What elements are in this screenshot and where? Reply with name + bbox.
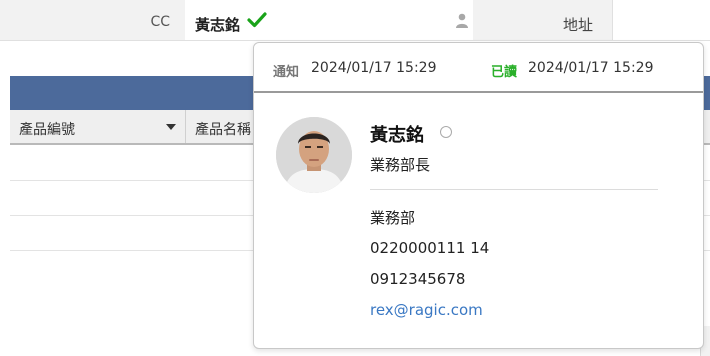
user-email-link[interactable]: rex@ragic.com (370, 301, 483, 319)
cc-row: CC 黃志銘 地址 (0, 0, 710, 41)
user-name: 黃志銘 (370, 125, 424, 146)
notification-status: 通知 2024/01/17 15:29 已讀 2024/01/17 15:29 (254, 43, 703, 93)
cc-value-field[interactable]: 黃志銘 (185, 0, 473, 40)
address-label: 地址 (563, 16, 594, 34)
column-header-label: 產品名稱 (195, 122, 251, 138)
user-mobile: 0912345678 (370, 270, 466, 288)
cc-label-cell: CC (0, 0, 184, 40)
column-header-label: 產品編號 (19, 122, 75, 138)
avatar-portrait-icon (276, 117, 352, 193)
notify-time: 2024/01/17 15:29 (311, 60, 437, 76)
divider (370, 189, 658, 190)
cc-label: CC (150, 14, 170, 30)
user-phone: 0220000111 14 (370, 239, 490, 257)
avatar (276, 117, 352, 193)
user-department: 業務部 (370, 209, 416, 227)
read-label: 已讀 (491, 65, 518, 80)
status-icon (440, 126, 452, 138)
column-header-product-id[interactable]: 產品編號 (10, 110, 186, 143)
page: CC 黃志銘 地址 產品編號 產品名稱 通知 2024/01/17 15:29 … (0, 0, 710, 356)
user-icon[interactable] (455, 13, 469, 28)
read-time: 2024/01/17 15:29 (528, 60, 654, 76)
cc-user-name[interactable]: 黃志銘 (195, 14, 240, 35)
notify-label: 通知 (273, 65, 300, 80)
user-info-popover: 通知 2024/01/17 15:29 已讀 2024/01/17 15:29 … (253, 42, 704, 349)
user-job-title: 業務部長 (370, 156, 431, 174)
sort-down-icon[interactable] (166, 124, 176, 130)
address-field[interactable] (612, 0, 710, 40)
check-icon (247, 12, 267, 28)
